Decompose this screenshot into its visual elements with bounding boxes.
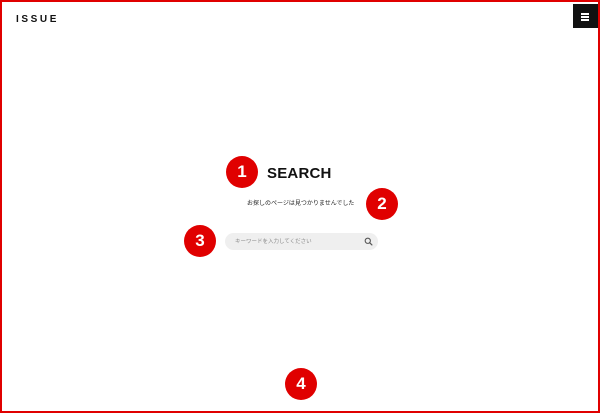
annotation-badge-4: 4 [285,368,317,400]
annotation-badge-3: 3 [184,225,216,257]
search-input[interactable] [225,233,360,250]
search-icon[interactable] [364,237,373,246]
menu-button[interactable] [573,4,598,28]
not-found-message: お探しのページは見つかりませんでした [247,200,355,207]
annotation-badge-1: 1 [226,156,258,188]
hamburger-menu-icon [581,13,589,15]
page-title: SEARCH [267,165,332,182]
screenshot-frame: ISSUE 1 SEARCH お探しのページは見つかりませんでした 2 3 4 [0,0,600,413]
annotation-badge-2: 2 [366,188,398,220]
search-form [225,233,378,250]
site-logo[interactable]: ISSUE [16,14,59,26]
